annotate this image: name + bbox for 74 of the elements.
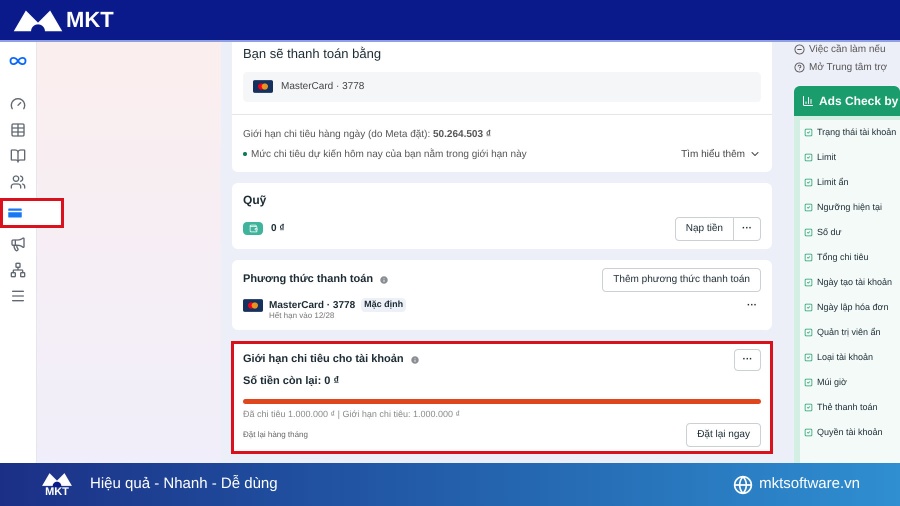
circle-icon xyxy=(794,44,805,54)
check-item[interactable]: Số dư xyxy=(817,226,842,240)
extension-title: Ads Check by xyxy=(819,93,898,110)
logo-icon xyxy=(40,471,74,487)
daily-limit-text: Giới hạn chi tiêu hàng ngày (do Meta đặt): 50.264.503 ₫ xyxy=(243,128,492,142)
check-item[interactable]: Ngày tạo tài khoản xyxy=(817,276,892,290)
globe-icon xyxy=(733,474,754,494)
sidebar-item[interactable] xyxy=(0,198,64,228)
chart-icon xyxy=(802,95,814,107)
book-icon xyxy=(10,148,26,164)
top-up-button[interactable]: Nạp tiền xyxy=(676,218,734,240)
remaining-amount: Số tiền còn lại: 0 ₫ xyxy=(243,374,340,388)
more-button[interactable]: ··· xyxy=(734,348,761,370)
check-item[interactable]: Limit ẩn xyxy=(817,176,849,190)
help-link[interactable]: Mở Trung tâm trợ xyxy=(809,60,888,74)
card-label: MasterCard · 3778 xyxy=(269,298,356,312)
learn-more-button[interactable]: Tìm hiểu thêm xyxy=(681,146,761,162)
item-icon xyxy=(804,153,813,162)
section-title: Phương thức thanh toán xyxy=(243,272,374,288)
spent-text: Đã chi tiêu 1.000.000 ₫ | Giới hạn chi tiêu: 1.000.000 ₫ xyxy=(243,408,462,421)
item-icon xyxy=(804,303,813,312)
website-link[interactable]: mktsoftware.vn xyxy=(759,473,860,496)
slogan: Hiệu quả - Nhanh - Dễ dùng xyxy=(90,474,279,494)
fund-balance: 0 ₫ xyxy=(271,222,286,236)
item-icon xyxy=(804,278,813,287)
item-icon xyxy=(804,378,813,387)
section-title: Bạn sẽ thanh toán bằng xyxy=(243,45,382,63)
help-link[interactable]: Việc cần làm nếu xyxy=(809,42,886,56)
item-icon xyxy=(804,203,813,212)
expiry-text: Hết hạn vào 12/28 xyxy=(269,310,336,322)
more-button[interactable]: ··· xyxy=(743,298,761,312)
check-item[interactable]: Quản trị viên ẩn xyxy=(817,326,881,340)
mastercard-icon xyxy=(253,80,273,93)
logo-text: MKT xyxy=(45,487,69,498)
people-icon xyxy=(10,174,26,190)
menu-icon xyxy=(10,288,26,304)
section-title: Quỹ xyxy=(243,192,268,208)
network-icon xyxy=(10,262,26,278)
check-item[interactable]: Múi giờ xyxy=(817,376,847,390)
check-item[interactable]: Limit xyxy=(817,150,836,164)
check-item[interactable]: Tổng chi tiêu xyxy=(817,250,869,264)
item-icon xyxy=(804,403,813,412)
wallet-icon xyxy=(243,222,263,235)
megaphone-icon xyxy=(10,236,26,252)
check-item[interactable]: Quyền tài khoản xyxy=(817,426,883,440)
item-icon xyxy=(804,228,813,237)
logo-text: MKT xyxy=(66,9,114,31)
default-badge: Mặc định xyxy=(361,298,406,312)
item-icon xyxy=(804,328,813,337)
infinity-logo-icon xyxy=(8,56,28,66)
item-icon xyxy=(804,253,813,262)
reset-now-button[interactable]: Đặt lại ngay xyxy=(686,422,761,446)
check-item[interactable]: Ngày lập hóa đơn xyxy=(817,300,888,314)
gauge-icon xyxy=(10,96,26,112)
more-button[interactable]: ··· xyxy=(734,218,760,240)
mastercard-icon xyxy=(243,298,263,312)
limit-note: Mức chi tiêu dự kiến hôm nay của bạn nằm trong giới hạn này xyxy=(251,147,528,162)
sidebar-item[interactable] xyxy=(10,260,26,280)
check-item[interactable]: Ngưỡng hiện tại xyxy=(817,200,882,214)
item-icon xyxy=(804,128,813,137)
add-payment-method-button[interactable]: Thêm phương thức thanh toán xyxy=(602,268,761,292)
item-icon xyxy=(804,353,813,362)
check-item[interactable]: Trạng thái tài khoản xyxy=(817,126,896,140)
card-label: MasterCard · 3778 xyxy=(281,80,364,94)
check-item[interactable]: Loại tài khoản xyxy=(817,350,874,364)
section-title: Giới hạn chi tiêu cho tài khoản xyxy=(243,352,404,368)
reset-note: Đặt lại hàng tháng xyxy=(243,428,309,440)
check-item[interactable]: Thẻ thanh toán xyxy=(817,400,878,414)
table-icon xyxy=(10,122,26,138)
info-icon xyxy=(379,274,390,284)
info-icon xyxy=(410,354,420,364)
item-icon xyxy=(804,428,813,437)
item-icon xyxy=(804,178,813,187)
help-icon xyxy=(794,62,805,72)
